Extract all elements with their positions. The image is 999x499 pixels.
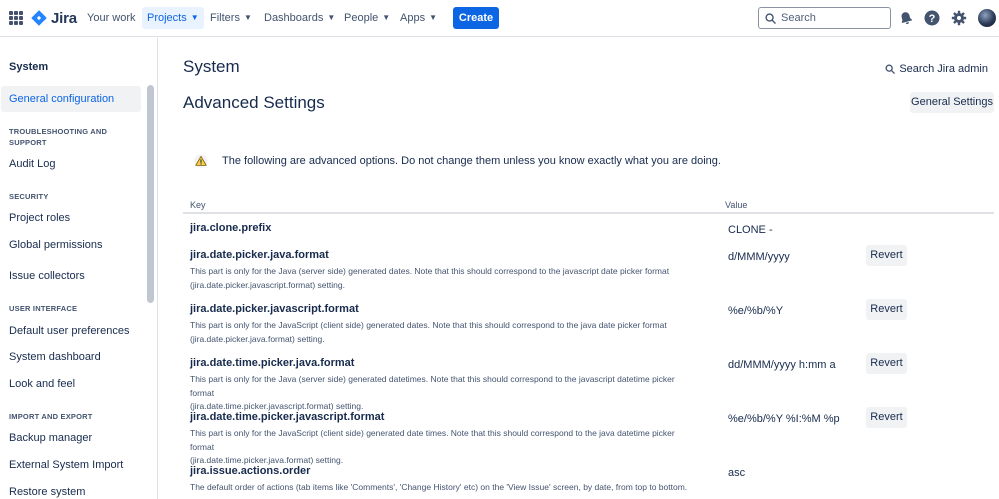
- setting-description-line: This part is only for the Java (server s…: [190, 374, 675, 398]
- revert-button[interactable]: Revert: [866, 407, 907, 428]
- sidebar-item-system-dashboard[interactable]: System dashboard: [0, 344, 142, 370]
- revert-button[interactable]: Revert: [866, 353, 907, 374]
- setting-value[interactable]: dd/MMM/yyyy h:mm a: [728, 359, 836, 371]
- nav-people-label: People: [344, 12, 379, 24]
- setting-description: This part is only for the Java (server s…: [190, 265, 700, 292]
- sidebar-heading-import-export: IMPORT AND EXPORT: [9, 412, 93, 421]
- nav-your-work-label: Your work: [87, 12, 136, 24]
- setting-value[interactable]: asc: [728, 467, 745, 479]
- nav-dashboards[interactable]: Dashboards ▼: [259, 7, 340, 29]
- main-content: System Search Jira admin Advanced Settin…: [159, 38, 999, 499]
- search-box[interactable]: [758, 7, 891, 29]
- search-jira-admin-label: Search Jira admin: [899, 63, 988, 75]
- search-input[interactable]: [781, 12, 881, 24]
- setting-description-line: The default order of actions (tab items …: [190, 482, 688, 492]
- sidebar-title: System: [9, 61, 49, 73]
- chevron-down-icon: ▼: [190, 13, 199, 22]
- setting-value[interactable]: CLONE -: [728, 224, 773, 236]
- nav-people[interactable]: People ▼: [339, 7, 395, 29]
- section-title: Advanced Settings: [183, 93, 325, 112]
- setting-key: jira.date.time.picker.java.format: [190, 357, 355, 369]
- setting-description-line: (jira.date.picker.java.format) setting.: [190, 333, 325, 344]
- bell-icon[interactable]: [897, 9, 915, 27]
- revert-button[interactable]: Revert: [866, 245, 907, 266]
- sidebar: System General configuration TROUBLESHOO…: [0, 38, 158, 499]
- setting-description: The default order of actions (tab items …: [190, 481, 700, 495]
- revert-button[interactable]: Revert: [866, 299, 907, 320]
- setting-description: This part is only for the Java (server s…: [190, 373, 700, 414]
- search-jira-admin-link[interactable]: Search Jira admin: [885, 63, 988, 75]
- svg-text:?: ?: [929, 13, 936, 25]
- warning-text: The following are advanced options. Do n…: [222, 155, 721, 167]
- sidebar-heading-user-interface: USER INTERFACE: [9, 304, 78, 313]
- setting-description-line: This part is only for the JavaScript (cl…: [190, 428, 675, 452]
- search-icon: [885, 64, 896, 74]
- app-switcher-icon[interactable]: [9, 11, 23, 25]
- create-button[interactable]: Create: [453, 7, 499, 29]
- sidebar-item-project-roles[interactable]: Project roles: [0, 205, 142, 231]
- setting-description-line: This part is only for the JavaScript (cl…: [190, 320, 667, 330]
- nav-filters[interactable]: Filters ▼: [205, 7, 257, 29]
- sidebar-item-audit-log[interactable]: Audit Log: [0, 151, 142, 177]
- setting-value[interactable]: d/MMM/yyyy: [728, 251, 790, 263]
- search-icon: [765, 12, 776, 24]
- sidebar-scrollbar[interactable]: [147, 85, 154, 303]
- setting-key: jira.issue.actions.order: [190, 465, 311, 477]
- jira-logo-text: Jira: [51, 9, 77, 27]
- warning-banner: The following are advanced options. Do n…: [194, 154, 721, 168]
- setting-description-line: (jira.date.picker.javascript.format) set…: [190, 279, 345, 290]
- general-settings-button[interactable]: General Settings: [910, 92, 994, 113]
- jira-logo-icon: [31, 10, 47, 26]
- column-header-key: Key: [190, 200, 206, 210]
- nav-apps-label: Apps: [400, 12, 426, 24]
- jira-logo[interactable]: Jira: [31, 9, 77, 27]
- table-header: Key Value: [183, 198, 994, 214]
- nav-apps[interactable]: Apps ▼: [395, 7, 442, 29]
- sidebar-heading-security: SECURITY: [9, 192, 49, 201]
- sidebar-item-restore-system[interactable]: Restore system: [0, 479, 142, 499]
- chevron-down-icon: ▼: [429, 13, 437, 22]
- nav-dashboards-label: Dashboards: [264, 12, 324, 24]
- setting-description: This part is only for the JavaScript (cl…: [190, 319, 700, 346]
- setting-key: jira.date.picker.javascript.format: [190, 303, 359, 315]
- sidebar-heading-troubleshooting: TROUBLESHOOTING AND SUPPORT: [9, 127, 108, 147]
- nav-your-work[interactable]: Your work: [82, 7, 141, 29]
- chevron-down-icon: ▼: [243, 13, 252, 22]
- sidebar-item-global-permissions[interactable]: Global permissions: [0, 232, 142, 258]
- sidebar-item-backup-manager[interactable]: Backup manager: [0, 425, 142, 451]
- setting-key: jira.date.picker.java.format: [190, 249, 329, 261]
- nav-projects[interactable]: Projects ▼: [142, 7, 204, 29]
- sidebar-item-external-system-import[interactable]: External System Import: [0, 452, 142, 478]
- help-icon[interactable]: ?: [923, 9, 941, 27]
- gear-icon[interactable]: [950, 9, 968, 27]
- nav-projects-label: Projects: [147, 12, 187, 24]
- sidebar-item-general-configuration[interactable]: General configuration: [1, 86, 141, 112]
- column-header-value: Value: [725, 200, 748, 210]
- setting-value[interactable]: %e/%b/%Y: [728, 305, 783, 317]
- nav-filters-label: Filters: [210, 12, 240, 24]
- sidebar-item-look-and-feel[interactable]: Look and feel: [0, 371, 142, 397]
- setting-key: jira.date.time.picker.javascript.format: [190, 411, 385, 423]
- top-navigation: Jira Your work Projects ▼ Filters ▼ Dashbo…: [0, 0, 999, 37]
- warning-icon: [194, 154, 208, 168]
- avatar[interactable]: [978, 9, 996, 27]
- sidebar-item-default-user-preferences[interactable]: Default user preferences: [0, 318, 142, 344]
- chevron-down-icon: ▼: [382, 13, 391, 22]
- chevron-down-icon: ▼: [327, 13, 336, 22]
- setting-key: jira.clone.prefix: [190, 222, 272, 234]
- page-title: System: [183, 57, 240, 76]
- sidebar-item-issue-collectors[interactable]: Issue collectors: [0, 263, 142, 289]
- setting-value[interactable]: %e/%b/%Y %I:%M %p: [728, 413, 840, 425]
- setting-description: This part is only for the JavaScript (cl…: [190, 427, 700, 468]
- setting-description-line: This part is only for the Java (server s…: [190, 266, 670, 276]
